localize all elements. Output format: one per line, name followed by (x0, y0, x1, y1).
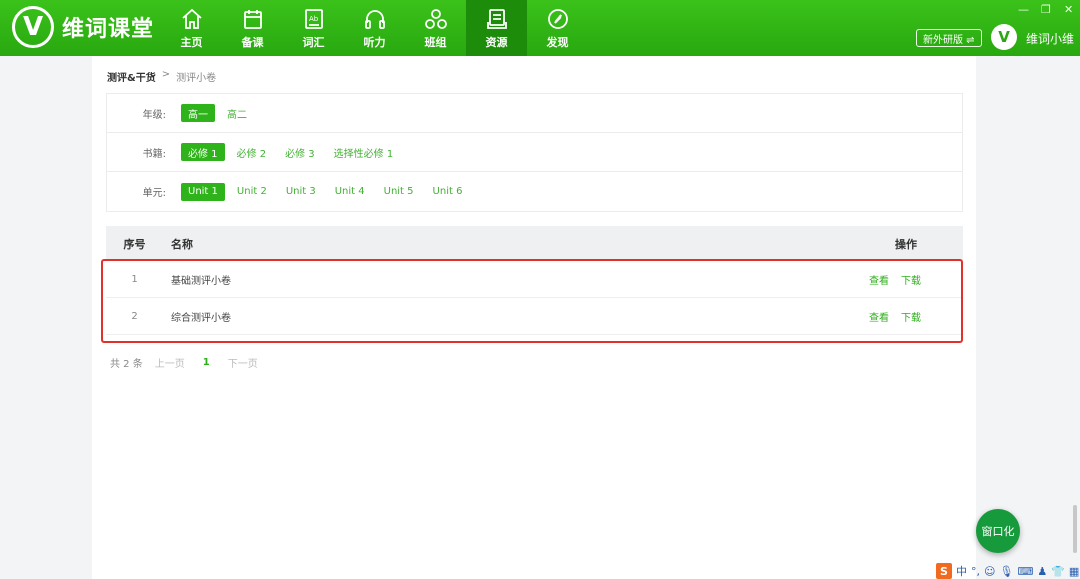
grade-option[interactable]: 高一 (181, 104, 215, 122)
book-option[interactable]: 必修 2 (230, 143, 274, 161)
microphone-icon[interactable]: 🎙 (999, 565, 1013, 578)
nav-listening[interactable]: 听力 (344, 0, 405, 56)
filter-row-book: 书籍: 必修 1 必修 2 必修 3 选择性必修 1 (107, 133, 962, 172)
book-option[interactable]: 选择性必修 1 (327, 143, 401, 161)
breadcrumb-current: 测评小卷 (176, 73, 217, 84)
pagination: 共 2 条 上一页 1 下一页 (110, 355, 258, 370)
top-bar: V 维词课堂 主页 备课 Ab 词汇 听力 班组 资源 发现 新外研版 ⇌ V … (0, 0, 1080, 56)
chevron-right-icon: > (161, 69, 171, 80)
pager-total: 共 2 条 (110, 359, 143, 370)
page-number[interactable]: 1 (203, 357, 210, 368)
home-icon (181, 8, 202, 29)
punctuation-icon[interactable]: °, (971, 565, 980, 578)
nav-label: 备课 (241, 35, 264, 49)
row-actions: 查看 下载 (863, 309, 963, 324)
filter-label-book: 书籍: (142, 148, 166, 160)
nav-class[interactable]: 班组 (405, 0, 466, 56)
resource-icon (486, 8, 507, 29)
nav-resource[interactable]: 资源 (466, 0, 527, 56)
resource-table: 序号 名称 操作 1 基础测评小卷 查看 下载 2 综合测评小卷 查看 下载 (106, 226, 963, 335)
unit-option[interactable]: Unit 3 (279, 183, 323, 201)
row-actions: 查看 下载 (863, 272, 963, 287)
filter-row-grade: 年级: 高一 高二 (107, 94, 962, 133)
nav-label: 发现 (546, 35, 569, 49)
group-icon (424, 8, 447, 29)
keyboard-icon[interactable]: ⌨ (1017, 565, 1033, 578)
ime-toolbar: S 中 °, ☺ 🎙 ⌨ ♟ 👕 ▦ (936, 563, 1079, 579)
nav-label: 资源 (485, 35, 508, 49)
grade-option[interactable]: 高二 (220, 104, 254, 122)
filter-label-grade: 年级: (142, 109, 166, 121)
nav-home[interactable]: 主页 (161, 0, 222, 56)
unit-option[interactable]: Unit 1 (181, 182, 225, 201)
user-name[interactable]: 维词小维 (1026, 30, 1074, 47)
nav-label: 班组 (424, 35, 447, 49)
app-name: 维词课堂 (62, 17, 155, 42)
scrollbar-thumb[interactable] (1073, 505, 1077, 553)
compass-icon (547, 8, 568, 29)
avatar[interactable]: V (991, 24, 1017, 50)
nav-label: 词汇 (302, 35, 325, 49)
nav-label: 主页 (180, 35, 203, 49)
edition-switch-button[interactable]: 新外研版 ⇌ (916, 29, 982, 47)
sogou-logo-icon[interactable]: S (936, 563, 952, 579)
row-name: 基础测评小卷 (171, 275, 231, 287)
next-page-button[interactable]: 下一页 (228, 355, 258, 370)
main-nav: 主页 备课 Ab 词汇 听力 班组 资源 发现 (161, 0, 588, 56)
nav-label: 听力 (363, 35, 386, 49)
download-link[interactable]: 下载 (901, 272, 921, 287)
scrollbar[interactable] (1072, 60, 1078, 560)
filter-row-unit: 单元: Unit 1 Unit 2 Unit 3 Unit 4 Unit 5 U… (107, 172, 962, 211)
user-icon[interactable]: ♟ (1037, 565, 1047, 578)
logo-icon: V (12, 6, 54, 48)
view-link[interactable]: 查看 (869, 272, 889, 287)
window-mode-button[interactable]: 窗口化 (976, 509, 1020, 553)
unit-option[interactable]: Unit 2 (230, 183, 274, 201)
header-index: 序号 (123, 237, 146, 251)
breadcrumb-root[interactable]: 测评&干货 (107, 69, 156, 84)
row-name: 综合测评小卷 (171, 312, 231, 324)
filter-label-unit: 单元: (142, 188, 166, 199)
calendar-icon (243, 9, 262, 29)
unit-option[interactable]: Unit 6 (426, 183, 470, 201)
book-option[interactable]: 必修 3 (278, 143, 322, 161)
shirt-icon[interactable]: 👕 (1051, 565, 1065, 578)
nav-vocab[interactable]: Ab 词汇 (283, 0, 344, 56)
table-row: 2 综合测评小卷 查看 下载 (106, 298, 963, 335)
svg-text:Ab: Ab (309, 15, 319, 23)
book-ab-icon: Ab (304, 8, 323, 29)
view-link[interactable]: 查看 (869, 309, 889, 324)
prev-page-button[interactable]: 上一页 (155, 355, 185, 370)
content-panel: 测评&干货 > 测评小卷 年级: 高一 高二 书籍: 必修 1 必修 2 必修 … (92, 56, 976, 579)
breadcrumb: 测评&干货 > 测评小卷 (107, 69, 216, 84)
download-link[interactable]: 下载 (901, 309, 921, 324)
table-header: 序号 名称 操作 (106, 226, 963, 261)
minimize-icon[interactable]: — (1018, 3, 1029, 16)
table-row: 1 基础测评小卷 查看 下载 (106, 261, 963, 298)
nav-prepare[interactable]: 备课 (222, 0, 283, 56)
row-index: 2 (131, 310, 138, 322)
emoji-icon[interactable]: ☺ (984, 565, 995, 578)
header-op: 操作 (895, 237, 917, 251)
grid-icon[interactable]: ▦ (1069, 565, 1079, 578)
unit-option[interactable]: Unit 4 (328, 183, 372, 201)
ime-lang[interactable]: 中 (956, 563, 967, 579)
close-icon[interactable]: ✕ (1064, 3, 1073, 16)
row-index: 1 (131, 273, 138, 285)
nav-discover[interactable]: 发现 (527, 0, 588, 56)
restore-icon[interactable]: ❐ (1041, 3, 1051, 16)
unit-option[interactable]: Unit 5 (377, 183, 421, 201)
header-name: 名称 (171, 237, 193, 251)
headphones-icon (364, 9, 385, 29)
filter-box: 年级: 高一 高二 书籍: 必修 1 必修 2 必修 3 选择性必修 1 单元:… (106, 93, 963, 212)
app-logo[interactable]: V 维词课堂 (12, 6, 154, 48)
book-option[interactable]: 必修 1 (181, 143, 225, 161)
